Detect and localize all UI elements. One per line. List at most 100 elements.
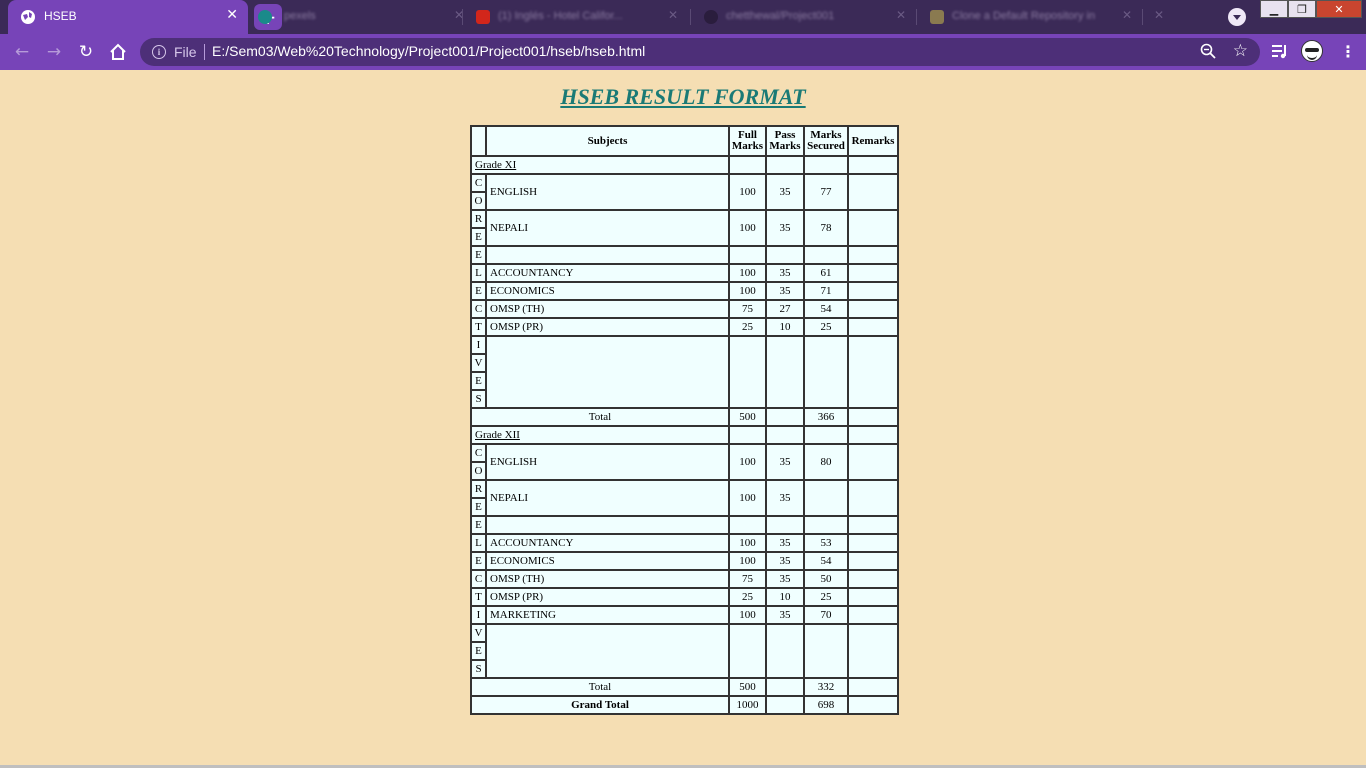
full-marks-cell: 100: [729, 264, 766, 282]
tab-overflow-icon[interactable]: ✕: [1154, 8, 1164, 22]
url-text[interactable]: E:/Sem03/Web%20Technology/Project001/Pro…: [212, 43, 645, 59]
grand-total-full-cell: 1000: [729, 696, 766, 714]
pexels-icon: [258, 10, 272, 24]
reload-icon[interactable]: ↻: [76, 42, 96, 62]
header-full-marks: Full Marks: [729, 126, 766, 156]
subject-cell: ENGLISH: [486, 174, 729, 210]
subject-cell: NEPALI: [486, 480, 729, 516]
letter-cell: E: [471, 642, 486, 660]
bookmark-star-icon[interactable]: ☆: [1233, 41, 1248, 61]
letter-cell: C: [471, 444, 486, 462]
letter-cell: S: [471, 390, 486, 408]
tab-pexels[interactable]: pexels ✕: [250, 0, 474, 34]
secured-cell: 54: [804, 300, 848, 318]
remarks-cell: [848, 444, 898, 480]
zoom-icon[interactable]: [1200, 43, 1216, 59]
browser-toolbar: ← → ↻ i File E:/Sem03/Web%20Technology/P…: [0, 34, 1366, 70]
subject-cell: OMSP (TH): [486, 570, 729, 588]
tab-title: pexels: [284, 10, 316, 22]
pass-marks-cell: 10: [766, 318, 804, 336]
full-marks-cell: 75: [729, 300, 766, 318]
grand-total-secured-cell: 698: [804, 696, 848, 714]
subject-cell: ENGLISH: [486, 444, 729, 480]
pass-marks-cell: 35: [766, 570, 804, 588]
tab-clone-repo[interactable]: Clone a Default Repository in ✕: [918, 0, 1142, 34]
close-window-button[interactable]: ✕: [1316, 0, 1362, 18]
letter-cell: S: [471, 660, 486, 678]
pass-marks-cell: 35: [766, 606, 804, 624]
tab-title: Clone a Default Repository in: [952, 10, 1096, 22]
page-title: HSEB RESULT FORMAT: [560, 84, 806, 109]
tab-hseb[interactable]: HSEB ✕: [8, 0, 248, 34]
remarks-cell: [848, 264, 898, 282]
address-divider: [204, 44, 205, 60]
full-marks-cell: 25: [729, 318, 766, 336]
total-row: Total 500 366: [471, 408, 898, 426]
total-row: Total 500 332: [471, 678, 898, 696]
table-row: I: [471, 336, 898, 408]
letter-cell: C: [471, 300, 486, 318]
tab-search-icon[interactable]: [1228, 8, 1246, 26]
remarks-cell: [848, 534, 898, 552]
total-secured-cell: 332: [804, 678, 848, 696]
pass-marks-cell: 35: [766, 174, 804, 210]
globe-icon: [21, 10, 35, 24]
profile-avatar[interactable]: [1301, 40, 1323, 62]
remarks-cell: [848, 480, 898, 516]
header-blank-cell: [471, 126, 486, 156]
table-row: R NEPALI 100 35 78: [471, 210, 898, 246]
table-row: T OMSP (PR) 25 10 25: [471, 318, 898, 336]
home-icon[interactable]: [108, 42, 128, 62]
full-marks-cell: 100: [729, 606, 766, 624]
menu-kebab-icon[interactable]: ⋮: [1340, 42, 1356, 61]
info-icon[interactable]: i: [152, 45, 166, 59]
table-row: T OMSP (PR) 25 10 25: [471, 588, 898, 606]
subject-cell: NEPALI: [486, 210, 729, 246]
grand-total-label: Grand Total: [471, 696, 729, 714]
table-row: V: [471, 624, 898, 678]
table-row: L ACCOUNTANCY 100 35 53: [471, 534, 898, 552]
letter-cell: V: [471, 624, 486, 642]
total-full-cell: 500: [729, 678, 766, 696]
tab-close-icon[interactable]: ✕: [668, 8, 678, 22]
table-row: I MARKETING 100 35 70: [471, 606, 898, 624]
letter-cell: E: [471, 516, 486, 534]
bookmark-icon: [930, 10, 944, 24]
letter-cell: E: [471, 372, 486, 390]
table-row: C ENGLISH 100 35 80: [471, 444, 898, 480]
tab-close-icon[interactable]: ✕: [1122, 8, 1132, 22]
header-subjects: Subjects: [486, 126, 729, 156]
table-row: C ENGLISH 100 35 77: [471, 174, 898, 210]
secured-cell: 71: [804, 282, 848, 300]
header-pass-marks: Pass Marks: [766, 126, 804, 156]
restore-button[interactable]: ❐: [1288, 0, 1316, 18]
back-arrow-icon[interactable]: ←: [12, 42, 32, 62]
tab-separator: [462, 9, 463, 25]
pass-marks-cell: 35: [766, 552, 804, 570]
header-remarks: Remarks: [848, 126, 898, 156]
letter-cell: L: [471, 534, 486, 552]
minimize-button[interactable]: ▁: [1260, 0, 1288, 18]
full-marks-cell: 25: [729, 588, 766, 606]
table-row: L ACCOUNTANCY 100 35 61: [471, 264, 898, 282]
tab-youtube[interactable]: (1) Inglés - Hotel Califor... ✕: [464, 0, 688, 34]
subject-cell: MARKETING: [486, 606, 729, 624]
media-control-icon[interactable]: [1270, 42, 1288, 60]
secured-cell: 50: [804, 570, 848, 588]
subject-cell: ACCOUNTANCY: [486, 534, 729, 552]
letter-cell: V: [471, 354, 486, 372]
remarks-cell: [848, 678, 898, 696]
pass-marks-cell: 35: [766, 444, 804, 480]
tab-close-icon[interactable]: ✕: [896, 8, 906, 22]
tab-close-icon[interactable]: ✕: [226, 7, 238, 23]
forward-arrow-icon[interactable]: →: [44, 42, 64, 62]
letter-cell: O: [471, 192, 486, 210]
letter-cell: C: [471, 570, 486, 588]
tab-github[interactable]: chetthewal/Project001 ✕: [692, 0, 916, 34]
letter-cell: I: [471, 336, 486, 354]
letter-cell: L: [471, 264, 486, 282]
secured-cell: 53: [804, 534, 848, 552]
address-bar[interactable]: i File E:/Sem03/Web%20Technology/Project…: [140, 38, 1260, 66]
remarks-cell: [848, 606, 898, 624]
secured-cell: 54: [804, 552, 848, 570]
